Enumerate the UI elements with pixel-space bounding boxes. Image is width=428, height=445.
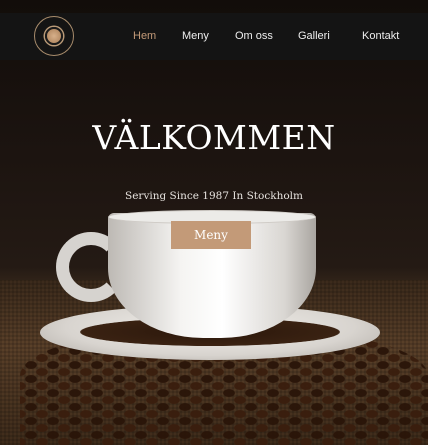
nav-item-hem[interactable]: Hem <box>133 30 156 42</box>
hero-title: VÄLKOMMEN <box>92 118 336 157</box>
nav-item-kontakt[interactable]: Kontakt <box>362 30 399 42</box>
coffee-cup-logo-icon <box>45 27 63 45</box>
menu-button[interactable]: Meny <box>171 221 251 249</box>
nav-item-meny[interactable]: Meny <box>182 30 209 42</box>
logo[interactable] <box>34 16 74 56</box>
nav-item-om-oss[interactable]: Om oss <box>235 30 273 42</box>
hero-section: Hem Meny Om oss Galleri Kontakt VÄLKOMME… <box>0 0 428 445</box>
hero-subtitle: Serving Since 1987 In Stockholm <box>125 190 303 202</box>
nav-item-galleri[interactable]: Galleri <box>298 30 330 42</box>
